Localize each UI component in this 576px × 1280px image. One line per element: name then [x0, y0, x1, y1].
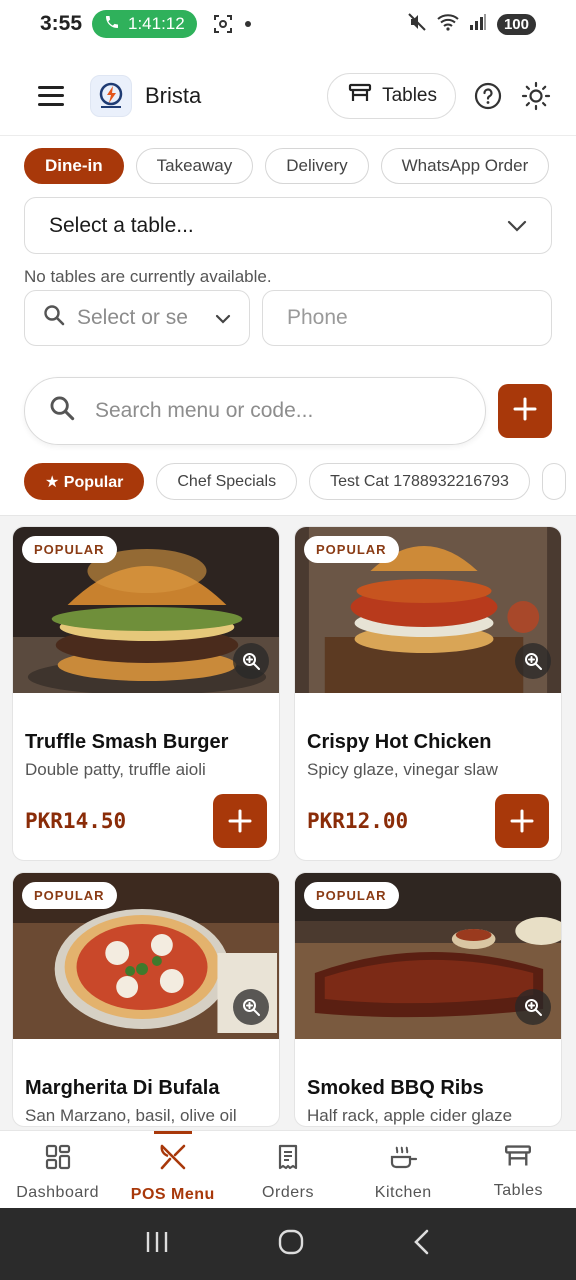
order-type-delivery[interactable]: Delivery — [265, 148, 369, 184]
zoom-in-icon[interactable] — [233, 643, 269, 679]
add-to-order-button[interactable] — [495, 794, 549, 848]
app-header: Brista Tables — [0, 56, 576, 136]
back-icon[interactable] — [412, 1228, 432, 1261]
nav-kitchen[interactable]: Kitchen — [346, 1131, 461, 1208]
menu-search-row: Search menu or code... — [24, 377, 552, 445]
menu-item-name: Smoked BBQ Ribs — [307, 1077, 484, 1099]
menu-icon[interactable] — [38, 85, 64, 106]
table-icon — [348, 82, 372, 110]
menu-item-price: PKR14.50 — [25, 809, 127, 833]
menu-item-image[interactable]: POPULAR — [13, 527, 279, 693]
nav-label: POS Menu — [130, 1186, 215, 1203]
menu-item-name: Margherita Di Bufala — [25, 1077, 220, 1099]
nav-label: Dashboard — [16, 1184, 99, 1201]
zoom-in-icon[interactable] — [515, 643, 551, 679]
chevron-down-icon — [215, 306, 231, 330]
menu-item-description: Half rack, apple cider glaze — [307, 1106, 513, 1125]
home-icon[interactable] — [277, 1228, 305, 1261]
menu-grid: POPULAR Truffle Smash Burger Double patt… — [0, 515, 576, 1130]
battery-indicator: 100 — [496, 13, 536, 35]
table-select-placeholder: Select a table... — [49, 213, 194, 237]
menu-item-image[interactable]: POPULAR — [13, 873, 279, 1039]
menu-search-input[interactable]: Search menu or code... — [24, 377, 486, 445]
system-navigation-bar — [0, 1208, 576, 1280]
status-bar: 3:55 1:41:12 100 — [0, 0, 576, 48]
menu-card[interactable]: POPULAR Crispy Hot Chicken Spicy glaze, … — [294, 526, 562, 861]
search-icon — [43, 304, 65, 332]
table-select-dropdown[interactable]: Select a table... — [24, 197, 552, 254]
customer-select-placeholder: Select or se — [77, 306, 188, 329]
dashboard-icon — [44, 1143, 72, 1176]
category-filter-row: ★ Popular Chef Specials Test Cat 1788932… — [24, 463, 576, 501]
menu-item-name: Truffle Smash Burger — [25, 731, 229, 753]
order-type-selector: Dine-in Takeaway Delivery WhatsApp Order — [24, 148, 550, 184]
zoom-in-icon[interactable] — [515, 989, 551, 1025]
screenshot-icon — [213, 14, 233, 34]
popular-badge: POPULAR — [304, 882, 399, 909]
wifi-icon — [437, 13, 459, 36]
signal-icon — [469, 13, 487, 36]
plus-icon — [513, 397, 537, 426]
search-icon — [49, 395, 75, 427]
nav-label: Kitchen — [374, 1184, 432, 1201]
ongoing-call-pill[interactable]: 1:41:12 — [92, 10, 197, 38]
category-more[interactable] — [541, 463, 566, 500]
order-type-takeaway[interactable]: Takeaway — [135, 148, 254, 184]
nav-label: Tables — [493, 1182, 544, 1199]
popular-badge: POPULAR — [22, 536, 117, 563]
phone-input[interactable]: Phone — [262, 290, 552, 346]
no-tables-message: No tables are currently available. — [24, 267, 272, 286]
recent-apps-icon[interactable] — [144, 1230, 170, 1259]
nav-tables[interactable]: Tables — [461, 1131, 576, 1208]
tables-button[interactable]: Tables — [327, 72, 456, 119]
nav-orders[interactable]: Orders — [230, 1131, 345, 1208]
theme-toggle-icon[interactable] — [520, 80, 552, 112]
bottom-nav: Dashboard POS Menu Orders Kitchen Tables — [0, 1130, 576, 1208]
notification-dot — [244, 21, 251, 27]
order-type-whatsapp[interactable]: WhatsApp Order — [380, 148, 550, 184]
zoom-in-icon[interactable] — [233, 989, 269, 1025]
menu-card[interactable]: POPULAR Smoked BBQ Ribs Half rack, apple… — [294, 872, 562, 1127]
category-test-cat[interactable]: Test Cat 1788932216793 — [309, 463, 530, 500]
category-chef-specials[interactable]: Chef Specials — [156, 463, 298, 500]
menu-item-name: Crispy Hot Chicken — [307, 731, 492, 753]
popular-badge: POPULAR — [22, 882, 117, 909]
menu-item-image[interactable]: POPULAR — [295, 527, 561, 693]
brand-logo — [90, 74, 132, 117]
utensils-icon — [158, 1143, 188, 1178]
popular-badge: POPULAR — [304, 536, 399, 563]
phone-icon — [104, 14, 120, 35]
menu-card[interactable]: POPULAR Truffle Smash Burger Double patt… — [12, 526, 280, 861]
add-item-button[interactable] — [498, 384, 552, 438]
customer-row: Select or se Phone — [24, 290, 552, 346]
category-popular[interactable]: ★ Popular — [24, 463, 145, 500]
chevron-down-icon — [507, 214, 527, 238]
app-name: Brista — [145, 82, 202, 108]
add-to-order-button[interactable] — [213, 794, 267, 848]
tables-button-label: Tables — [382, 84, 437, 106]
receipt-icon — [274, 1143, 302, 1176]
menu-item-image[interactable]: POPULAR — [295, 873, 561, 1039]
menu-item-description: Spicy glaze, vinegar slaw — [307, 760, 498, 779]
menu-item-description: Double patty, truffle aioli — [25, 760, 206, 779]
cooking-pot-icon — [388, 1143, 418, 1176]
nav-dashboard[interactable]: Dashboard — [0, 1131, 115, 1208]
customer-select[interactable]: Select or se — [24, 290, 250, 346]
order-type-dine-in[interactable]: Dine-in — [24, 148, 124, 184]
table-icon — [503, 1143, 533, 1174]
mute-icon — [407, 12, 427, 37]
call-duration: 1:41:12 — [128, 14, 185, 33]
status-time: 3:55 — [40, 12, 83, 35]
nav-label: Orders — [262, 1184, 314, 1201]
menu-item-price: PKR12.00 — [307, 809, 409, 833]
nav-pos-menu[interactable]: POS Menu — [115, 1131, 230, 1208]
help-icon[interactable] — [472, 80, 504, 112]
menu-card[interactable]: POPULAR Margherita Di Bufala San Marzano… — [12, 872, 280, 1127]
menu-item-description: San Marzano, basil, olive oil — [25, 1106, 237, 1125]
menu-search-placeholder: Search menu or code... — [95, 399, 314, 422]
